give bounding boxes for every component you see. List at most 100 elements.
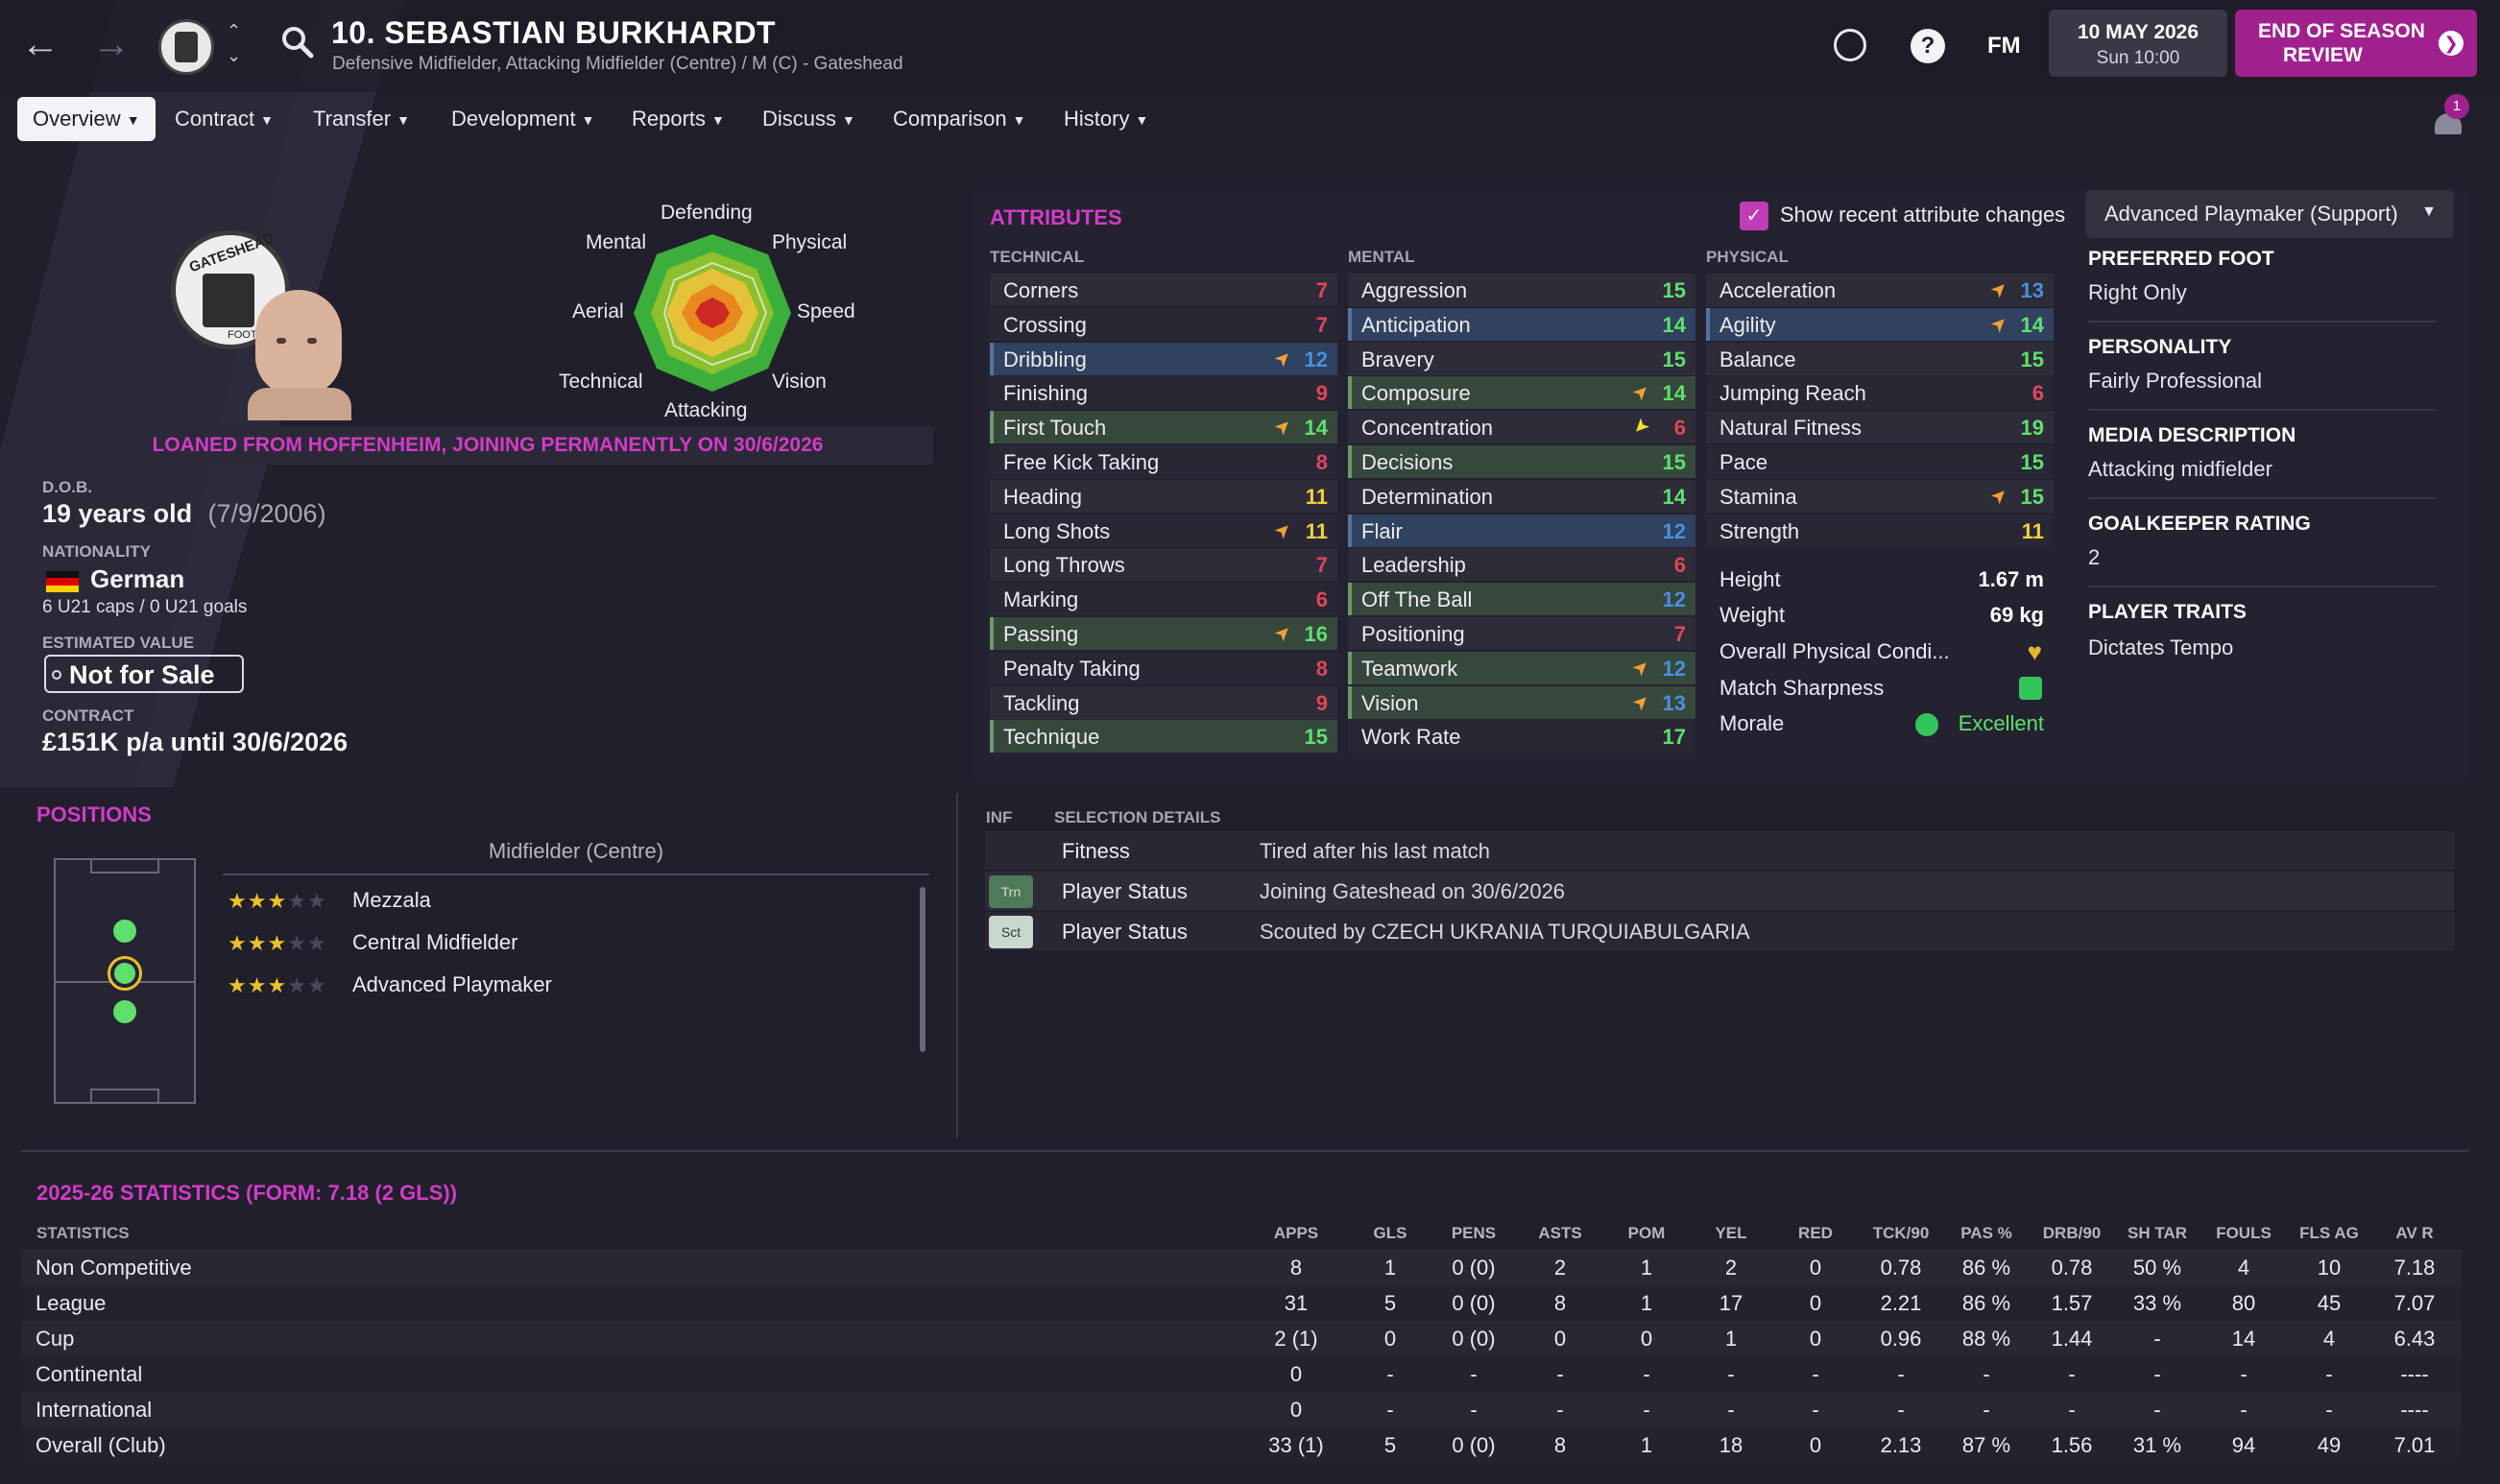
chevron-up-icon[interactable]: ⌃	[227, 21, 241, 41]
stats-cell: 31	[1284, 1291, 1309, 1315]
stats-column-header[interactable]: PAS %	[1943, 1224, 2030, 1243]
attribute-row[interactable]: Off The Ball 12	[1348, 583, 1695, 616]
attribute-row[interactable]: Technique 15	[990, 720, 1337, 754]
stats-row[interactable]: Overall (Club) 33 (1) 5 0 (0) 8 1 18 0 2.13 87 % 1…	[21, 1427, 2462, 1463]
attribute-row[interactable]: Passing ➤ 16	[990, 617, 1337, 650]
stats-column-header[interactable]: PENS	[1430, 1224, 1517, 1243]
fm-menu-button[interactable]: FM	[1987, 33, 2021, 60]
selection-detail-row[interactable]: Trn Player Status Joining Gateshead on 30/…	[985, 872, 2454, 910]
tab-discuss[interactable]: Discuss ▼	[747, 97, 871, 141]
stats-column-header[interactable]: RED	[1772, 1224, 1859, 1243]
attribute-row[interactable]: Jumping Reach 6	[1706, 376, 2054, 410]
tab-transfer[interactable]: Transfer ▼	[298, 97, 425, 141]
contract-value: £151K p/a until 30/6/2026	[42, 728, 349, 756]
stats-column-header[interactable]: APPS	[1253, 1224, 1339, 1243]
estimated-value-box[interactable]: Not for Sale	[44, 655, 244, 693]
scrollbar[interactable]	[920, 887, 925, 1052]
attribute-row[interactable]: Stamina ➤ 15	[1706, 479, 2054, 513]
tab-contract[interactable]: Contract ▼	[159, 97, 289, 141]
attribute-increase-arrow-icon: ➤	[1270, 516, 1297, 544]
help-icon[interactable]: ?	[1911, 29, 1945, 63]
role-select[interactable]: Advanced Playmaker (Support) ▼	[2085, 190, 2454, 238]
position-dot-am	[113, 920, 136, 943]
back-arrow-icon[interactable]: ←	[21, 23, 60, 66]
attribute-row[interactable]: Aggression 15	[1348, 274, 1695, 306]
attribute-row[interactable]: Marking 6	[990, 583, 1337, 616]
stats-column-header[interactable]: TCK/90	[1858, 1224, 1944, 1243]
tab-overview[interactable]: Overview ▼	[17, 97, 156, 141]
radar-label-physical: Physical	[772, 231, 848, 253]
attribute-row[interactable]: Vision ➤ 13	[1348, 685, 1695, 719]
stats-column-header[interactable]: AV R	[2371, 1224, 2458, 1243]
attribute-row[interactable]: Concentration ➤ 6	[1348, 411, 1695, 444]
selection-detail-value: Scouted by CZECH UKRANIA TURQUIABULGARIA	[1260, 920, 1750, 944]
attribute-row[interactable]: Tackling 9	[990, 685, 1337, 719]
stats-column-header[interactable]: DRB/90	[2029, 1224, 2115, 1243]
attribute-name: Flair	[1361, 518, 1403, 543]
end-of-season-review-button[interactable]: END OF SEASON REVIEW ❯	[2235, 10, 2477, 77]
attribute-row[interactable]: Leadership 6	[1348, 548, 1695, 582]
tab-history[interactable]: History ▼	[1048, 97, 1164, 141]
attribute-row[interactable]: Heading 11	[990, 479, 1337, 513]
condition-row: Overall Physical Condi... ♥	[1706, 634, 2054, 667]
attribute-row[interactable]: Strength 11	[1706, 514, 2054, 547]
stats-column-header[interactable]: YEL	[1688, 1224, 1774, 1243]
attribute-row[interactable]: Free Kick Taking 8	[990, 445, 1337, 478]
attribute-row[interactable]: Acceleration ➤ 13	[1706, 274, 2054, 306]
attribute-row[interactable]: Dribbling ➤ 12	[990, 342, 1337, 375]
notifications-icon[interactable]: 1	[2435, 94, 2469, 134]
player-name: 10. SEBASTIAN BURKHARDT	[331, 15, 777, 50]
attribute-row[interactable]: Balance 15	[1706, 342, 2054, 375]
attribute-row[interactable]: Composure ➤ 14	[1348, 376, 1695, 410]
stats-row[interactable]: Cup 2 (1) 0 0 (0) 0 0 1 0 0.96 88 % 1.44 - 14 4 6.43	[21, 1321, 2462, 1356]
attribute-row[interactable]: Natural Fitness 19	[1706, 411, 2054, 444]
attribute-row[interactable]: Penalty Taking 8	[990, 651, 1337, 684]
attribute-row[interactable]: Determination 14	[1348, 479, 1695, 513]
selection-detail-key: Fitness	[1062, 839, 1130, 863]
attribute-row[interactable]: Positioning 7	[1348, 617, 1695, 650]
club-crest-small-icon[interactable]	[158, 19, 214, 75]
stats-column-header[interactable]: FOULS	[2200, 1224, 2287, 1243]
globe-icon[interactable]	[1834, 29, 1866, 61]
chevron-down-icon[interactable]: ⌄	[227, 46, 241, 66]
tab-comparison[interactable]: Comparison ▼	[877, 97, 1041, 141]
attribute-row[interactable]: Long Shots ➤ 11	[990, 514, 1337, 547]
attribute-row[interactable]: Long Throws 7	[990, 548, 1337, 582]
stats-column-header[interactable]: FLS AG	[2286, 1224, 2372, 1243]
show-changes-checkbox[interactable]: ✓	[1740, 202, 1768, 230]
attribute-row[interactable]: Anticipation 14	[1348, 307, 1695, 341]
stats-row[interactable]: Non Competitive 8 1 0 (0) 2 1 2 0 0.78 86 % 0.78 50…	[21, 1250, 2462, 1285]
stats-row[interactable]: Continental 0- - - - - - - - - - - - ----	[21, 1356, 2462, 1392]
stats-row[interactable]: International 0- - - - - - - - - - - - ----	[21, 1392, 2462, 1427]
tab-development[interactable]: Development ▼	[436, 97, 611, 141]
date-time-box[interactable]: 10 MAY 2026 Sun 10:00	[2049, 10, 2227, 77]
stats-cell: 0	[1809, 1327, 1822, 1351]
stats-column-header[interactable]: GLS	[1347, 1224, 1433, 1243]
attribute-row[interactable]: Bravery 15	[1348, 342, 1695, 375]
attribute-value: 14	[1662, 484, 1686, 509]
attribute-row[interactable]: First Touch ➤ 14	[990, 411, 1337, 444]
attribute-row[interactable]: Crossing 7	[990, 307, 1337, 341]
attribute-row[interactable]: Decisions 15	[1348, 445, 1695, 478]
attribute-row[interactable]: Finishing 9	[990, 376, 1337, 410]
attribute-value: 14	[1662, 312, 1686, 337]
stats-row-label: International	[36, 1398, 153, 1422]
attribute-row[interactable]: Pace 15	[1706, 445, 2054, 478]
attribute-row[interactable]: Agility ➤ 14	[1706, 307, 2054, 341]
attribute-row[interactable]: Flair 12	[1348, 514, 1695, 547]
top-bar: ← → ⌃ ⌄ 10. SEBASTIAN BURKHARDT Defensiv…	[0, 0, 2500, 92]
forward-arrow-icon[interactable]: →	[92, 23, 131, 66]
tab-label: Comparison	[893, 107, 1007, 131]
tab-reports[interactable]: Reports ▼	[616, 97, 740, 141]
attribute-row[interactable]: Teamwork ➤ 12	[1348, 651, 1695, 684]
stats-row[interactable]: League 31 5 0 (0) 8 1 17 0 2.21 86 % 1.57 33 % 80 45 7…	[21, 1285, 2462, 1321]
selection-detail-row[interactable]: Fitness Tired after his last match	[985, 831, 2454, 870]
stats-column-header[interactable]: POM	[1603, 1224, 1690, 1243]
stats-column-header[interactable]: SH TAR	[2114, 1224, 2200, 1243]
attribute-row[interactable]: Work Rate 17	[1348, 720, 1695, 754]
search-icon[interactable]	[280, 25, 315, 60]
height-label: Height	[1719, 567, 1781, 591]
attribute-row[interactable]: Corners 7	[990, 274, 1337, 306]
stats-column-header[interactable]: ASTS	[1517, 1224, 1603, 1243]
selection-detail-row[interactable]: Sct Player Status Scouted by CZECH UKRANIA…	[985, 912, 2454, 950]
